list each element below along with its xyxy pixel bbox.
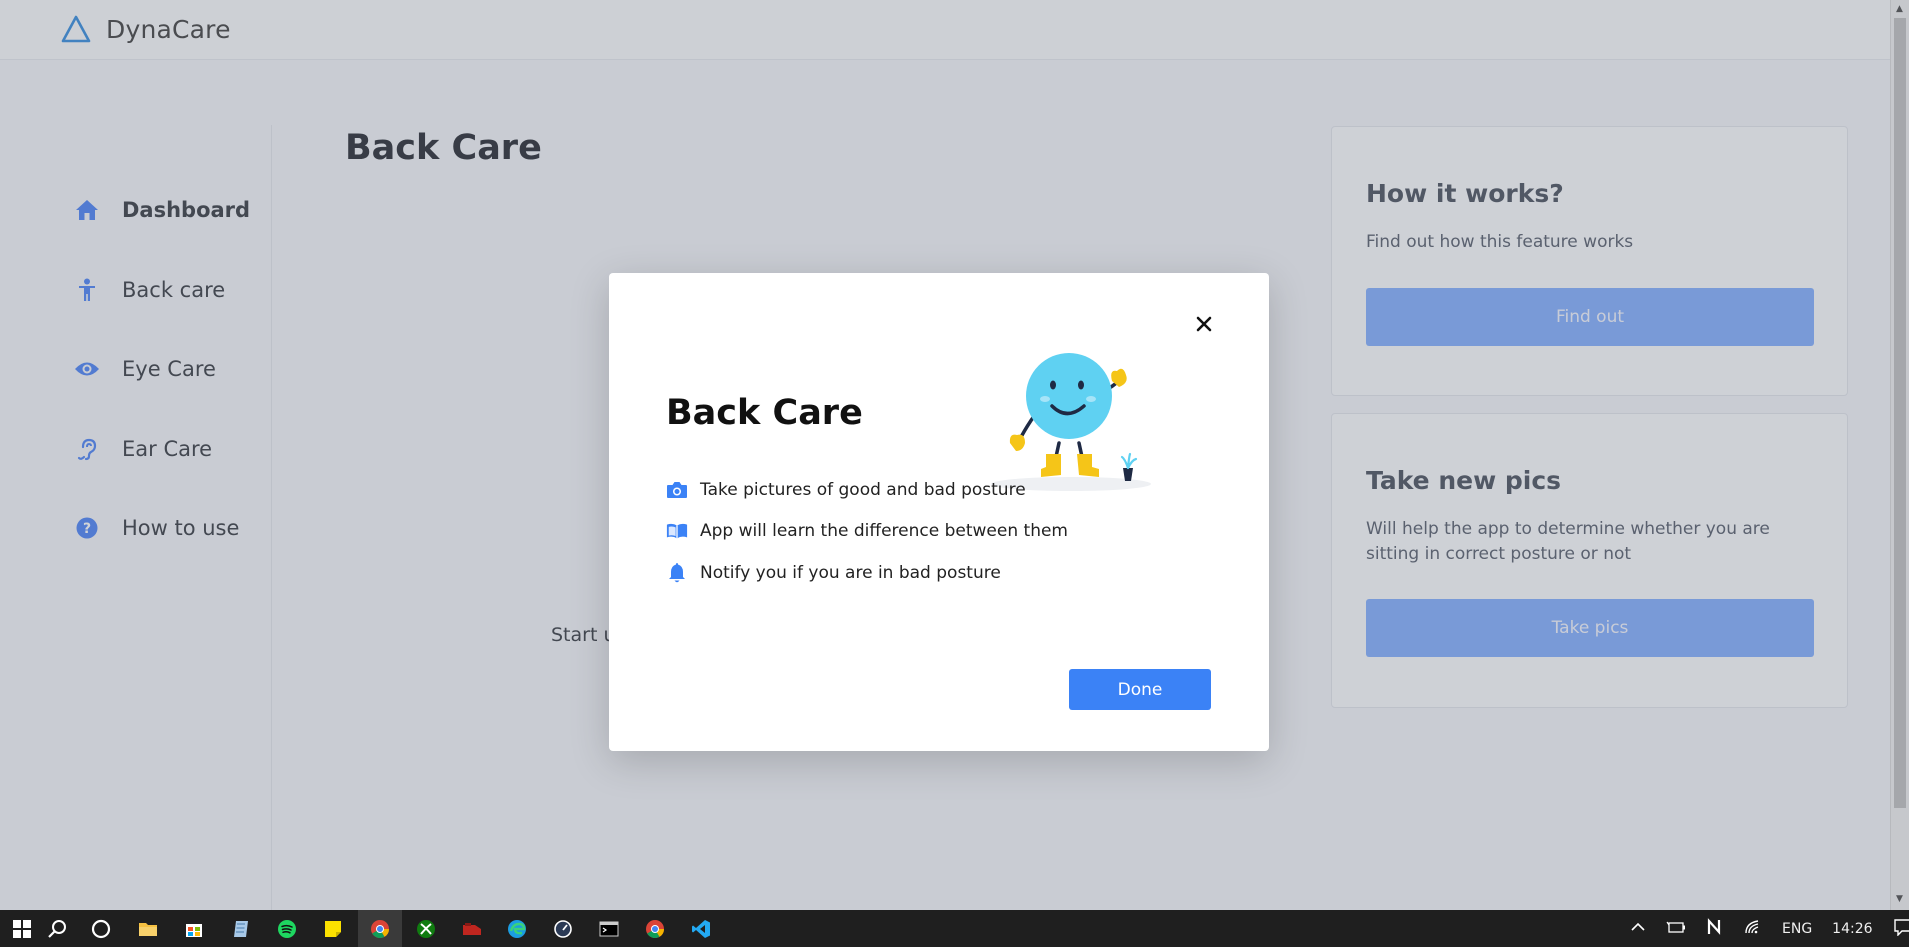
close-icon	[1196, 316, 1212, 332]
feature-notify: Notify you if you are in bad posture	[666, 562, 1001, 584]
clock[interactable]: 14:26	[1832, 921, 1872, 937]
cortana-icon[interactable]	[79, 910, 123, 947]
file-explorer-icon[interactable]	[126, 910, 170, 947]
app-icon[interactable]	[450, 910, 494, 947]
sticky-notes-icon[interactable]	[311, 910, 355, 947]
windows-taskbar: ENG 14:26	[0, 910, 1909, 947]
search-icon[interactable]	[35, 910, 79, 947]
feature-text: App will learn the difference between th…	[700, 521, 1068, 541]
feature-text: Notify you if you are in bad posture	[700, 563, 1001, 583]
xbox-icon[interactable]	[404, 910, 448, 947]
edge-icon[interactable]	[495, 910, 539, 947]
smiley-character-illustration	[991, 353, 1151, 491]
bell-icon	[666, 562, 688, 584]
vscode-icon[interactable]	[679, 910, 723, 947]
chevron-up-icon[interactable]	[1630, 921, 1646, 937]
close-button[interactable]	[1189, 309, 1219, 339]
notepad-icon[interactable]	[219, 910, 263, 947]
back-care-modal: Back Care Take pictures of good and bad …	[609, 273, 1269, 751]
terminal-icon[interactable]	[587, 910, 631, 947]
notification-icon[interactable]	[1893, 918, 1909, 940]
spotify-icon[interactable]	[265, 910, 309, 947]
camera-icon	[666, 479, 688, 501]
speedometer-icon[interactable]	[541, 910, 585, 947]
book-icon	[666, 520, 688, 542]
system-tray: ENG 14:26	[1630, 910, 1909, 947]
wifi-icon[interactable]	[1744, 919, 1762, 939]
notion-icon[interactable]	[1706, 917, 1724, 940]
chrome-icon[interactable]	[633, 910, 677, 947]
store-icon[interactable]	[172, 910, 216, 947]
feature-take-pictures: Take pictures of good and bad posture	[666, 479, 1026, 501]
battery-icon[interactable]	[1666, 920, 1686, 938]
feature-app-learns: App will learn the difference between th…	[666, 520, 1068, 542]
chrome-icon[interactable]	[358, 910, 402, 947]
language-indicator[interactable]: ENG	[1782, 921, 1812, 937]
done-button[interactable]: Done	[1069, 669, 1211, 710]
modal-title: Back Care	[666, 393, 863, 433]
feature-text: Take pictures of good and bad posture	[700, 480, 1026, 500]
